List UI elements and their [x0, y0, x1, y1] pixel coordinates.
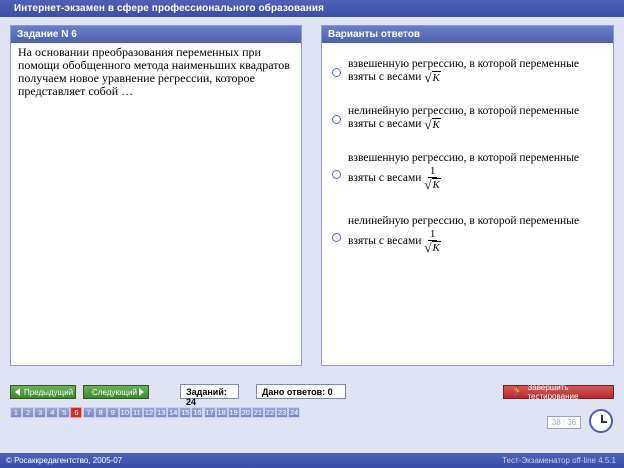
page-number-button[interactable]: 8 [94, 407, 107, 418]
page-number-button[interactable]: 14 [167, 407, 180, 418]
option-text-line1: нелинейную регрессию, в которой переменн… [348, 105, 580, 117]
page-number-button[interactable]: 24 [288, 407, 301, 418]
arrow-left-icon [15, 388, 20, 396]
page-number-button[interactable]: 19 [227, 407, 240, 418]
arrow-right-icon [139, 388, 144, 396]
radio-button[interactable] [332, 233, 341, 242]
radio-button[interactable] [332, 170, 341, 179]
task-panel: Задание N 6 На основании преобразования … [10, 25, 302, 366]
page-number-button[interactable]: 18 [215, 407, 228, 418]
page-number-button[interactable]: 15 [179, 407, 192, 418]
page-number-button[interactable]: 17 [203, 407, 216, 418]
page-number-button[interactable]: 16 [191, 407, 204, 418]
radio-button[interactable] [332, 115, 341, 124]
task-header: Задание N 6 [11, 26, 301, 43]
formula-variable: K [431, 71, 441, 84]
footer: © Росаккредагентство, 2005-07 Тест-Экзам… [0, 453, 624, 468]
next-label: Следующий [92, 387, 137, 397]
page-number-button[interactable]: 1 [10, 407, 22, 418]
answer-option-4[interactable]: нелинейную регрессию, в которой переменн… [330, 215, 610, 257]
page-number-button[interactable]: 20 [239, 407, 252, 418]
fraction-formula: 1 √ K [424, 165, 441, 192]
page-number-button[interactable]: 21 [251, 407, 264, 418]
formula-variable: K [431, 241, 441, 254]
page-number-button[interactable]: 22 [263, 407, 276, 418]
sqrt-formula: √ K [424, 70, 441, 85]
window-title: Интернет-экзамен в сфере профессионально… [0, 0, 624, 17]
answer-option-3[interactable]: взвешенную регрессию, в которой переменн… [330, 152, 610, 194]
question-text: На основании преобразования переменных п… [18, 45, 290, 98]
page-number-button[interactable]: 5 [58, 407, 71, 418]
finish-label: Завершить тестирование [527, 383, 579, 401]
radio-button[interactable] [332, 68, 341, 77]
finish-test-button[interactable]: 🏃 Завершить тестирование [503, 383, 614, 401]
runner-icon: 🏃 [511, 386, 524, 398]
formula-variable: K [431, 178, 441, 191]
tasks-count: Заданий: 24 [180, 384, 239, 407]
answered-count: Дано ответов: 0 [256, 384, 346, 399]
page-number-button[interactable]: 23 [276, 407, 289, 418]
fraction-formula: 1 √ K [424, 228, 441, 255]
page-number-button[interactable]: 11 [130, 407, 143, 418]
page-number-button[interactable]: 4 [46, 407, 59, 418]
page-number-button[interactable]: 2 [22, 407, 35, 418]
formula-variable: K [431, 118, 441, 131]
timer-display: 38 : 36 [547, 416, 581, 429]
option-text-line2: взяты с весами [348, 171, 422, 184]
clock-icon [589, 409, 613, 433]
option-text-line2: взяты с весами [348, 234, 422, 247]
answer-option-1[interactable]: взвешенную регрессию, в которой переменн… [330, 58, 610, 88]
page-number-button[interactable]: 12 [143, 407, 156, 418]
option-text-line1: нелинейную регрессию, в которой переменн… [348, 215, 580, 227]
version-text: Тест-Экзаменатор off-line 4.5.1 [502, 456, 616, 465]
page-number-button[interactable]: 6 [70, 407, 83, 418]
page-number-button[interactable]: 3 [34, 407, 47, 418]
option-text-line2: взяты с весами [348, 118, 422, 130]
next-button[interactable]: Следующий [83, 385, 149, 399]
page-navigator: 1 2 3 4 5 6 7 8 9 10 11 12 13 14 15 16 17 18 19 20 21 22 23 24 [10, 407, 301, 418]
sqrt-formula: √ K [424, 117, 441, 132]
option-text-line2: взяты с весами [348, 71, 422, 83]
page-number-button[interactable]: 7 [82, 407, 95, 418]
page-number-button[interactable]: 9 [106, 407, 119, 418]
option-text-line1: взвешенную регрессию, в которой переменн… [348, 58, 580, 70]
answer-option-2[interactable]: нелинейную регрессию, в которой переменн… [330, 105, 610, 135]
page-number-button[interactable]: 10 [118, 407, 131, 418]
copyright-text: © Росаккредагентство, 2005-07 [6, 456, 123, 465]
answers-header: Варианты ответов [322, 26, 613, 43]
previous-label: Предыдущий [24, 387, 74, 397]
page-number-button[interactable]: 13 [155, 407, 168, 418]
answers-panel: Варианты ответов взвешенную регрессию, в… [321, 25, 614, 366]
option-text-line1: взвешенную регрессию, в которой переменн… [348, 152, 580, 164]
previous-button[interactable]: Предыдущий [10, 385, 76, 399]
